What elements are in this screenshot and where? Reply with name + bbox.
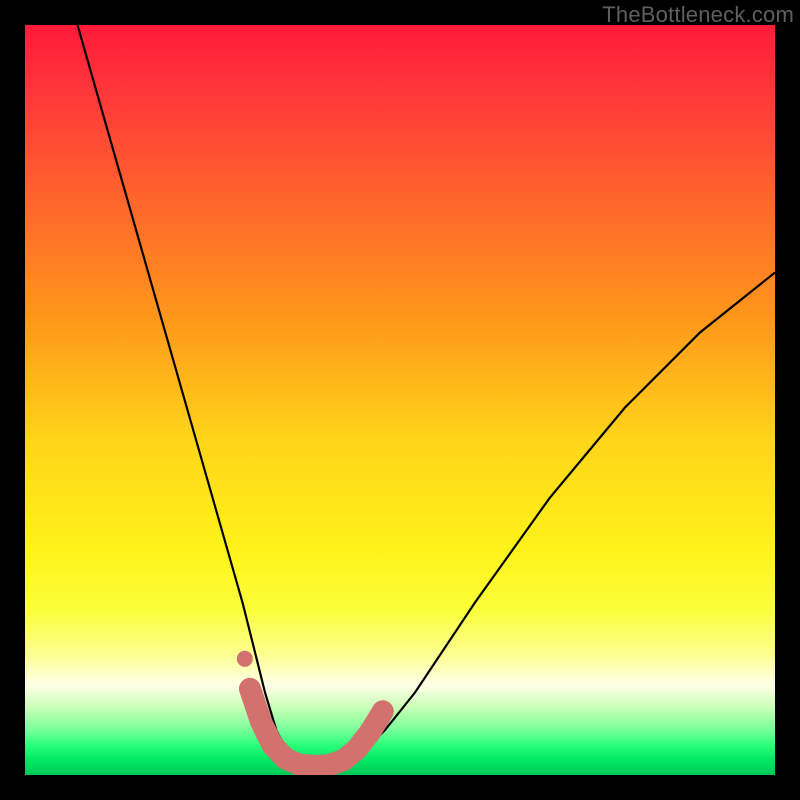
- lone-marker: [237, 651, 253, 667]
- marker-layer: [25, 25, 775, 775]
- marker-trail: [250, 689, 383, 766]
- watermark-text: TheBottleneck.com: [602, 2, 794, 28]
- chart-frame: [25, 25, 775, 775]
